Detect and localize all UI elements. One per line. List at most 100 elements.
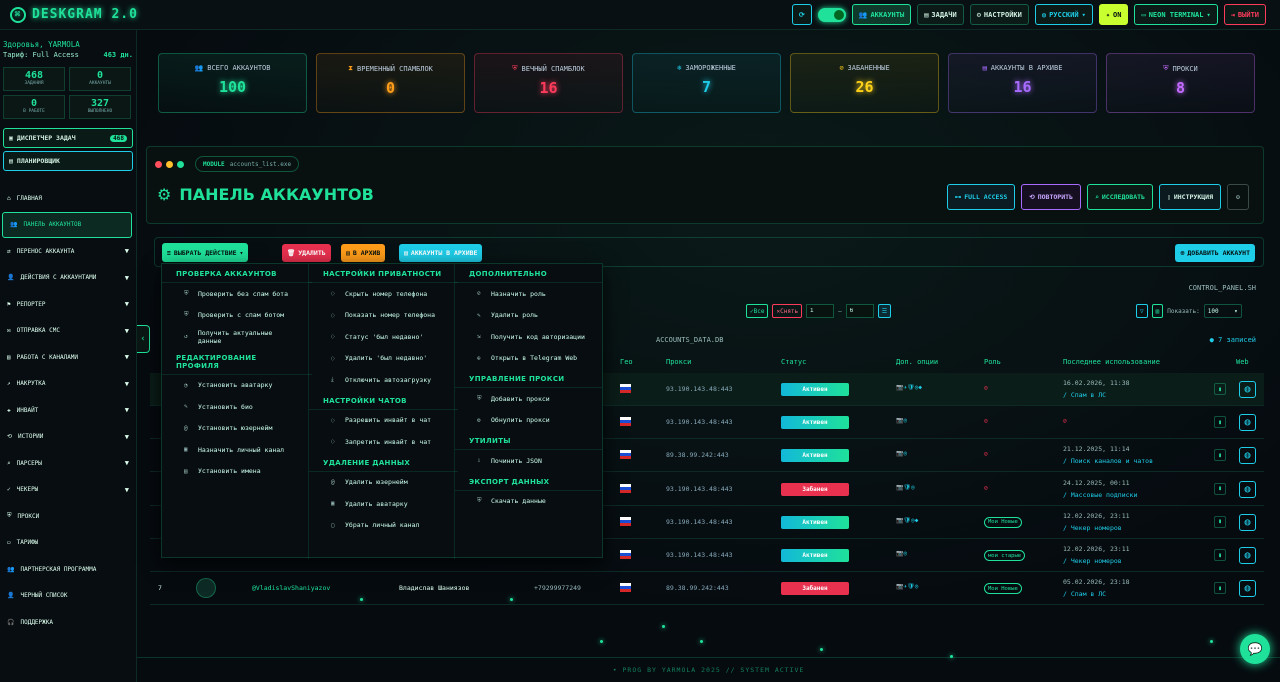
delete-button[interactable]: 🗑 УДАЛИТЬ — [282, 244, 331, 262]
sidebar-item[interactable]: 👤 ДЕЙСТВИЯ С АККАУНТАМИ ▼ — [0, 265, 136, 292]
sidebar-item[interactable]: ⌕ ПАРСЕРЫ ▼ — [0, 450, 136, 477]
sidebar-item[interactable]: 🎧 ПОДДЕРЖКА — [0, 609, 136, 636]
explore-button[interactable]: ⌕ ИССЛЕДОВАТЬ — [1086, 184, 1153, 210]
dropdown-item[interactable]: ◌ Статус 'был недавно' — [309, 326, 458, 348]
theme-select[interactable]: ▭ NEON TERMINAL ▾ — [1134, 4, 1218, 25]
column-header: Доп. опции — [896, 358, 939, 366]
planner-button[interactable]: ▤ ПЛАНИРОВЩИК — [3, 151, 133, 171]
globe-icon[interactable]: ◍ — [1239, 513, 1256, 531]
clear-selection-button[interactable]: ✕ Снять — [772, 304, 803, 318]
globe-icon[interactable]: ◍ — [1239, 547, 1256, 564]
globe-icon[interactable]: ◍ — [1239, 580, 1256, 598]
stats-icon[interactable]: ▮ — [1214, 416, 1226, 429]
menu-item-icon: ◌ — [331, 333, 335, 341]
dropdown-item[interactable]: ⊘ Назначить роль — [455, 283, 602, 305]
stat-card-label: ВРЕМЕННЫЙ СПАМБЛОК — [357, 64, 433, 73]
dropdown-item[interactable]: ▣ Назначить личный канал — [162, 439, 312, 461]
sidebar-item[interactable]: ✓ ЧЕКЕРЫ ▼ — [0, 477, 136, 504]
sidebar-item[interactable]: ⚑ РЕПОРТЕР ▼ — [0, 291, 136, 318]
dropdown-item[interactable]: ⛨ Скачать данные — [455, 491, 602, 513]
globe-icon[interactable]: ◍ — [1239, 381, 1256, 398]
dropdown-item[interactable]: ◌ Показать номер телефона — [309, 305, 458, 327]
add-account-button[interactable]: ⊕ ДОБАВИТЬ АККАУНТ — [1175, 244, 1255, 262]
mode-toggle[interactable] — [817, 7, 846, 22]
language-select[interactable]: ◍ РУССКИЙ ▾ — [1034, 4, 1093, 25]
dropdown-item[interactable]: ⚙ Обнулить прокси — [455, 410, 602, 432]
dropdown-item[interactable]: ▣ Удалить аватарку — [309, 493, 458, 515]
stats-icon[interactable]: ▮ — [1214, 449, 1226, 462]
dispatcher-button[interactable]: ▣ ДИСПЕТЧЕР ЗАДАЧ 468 — [3, 128, 133, 148]
dropdown-item[interactable]: ⤓ Отключить автозагрузку — [309, 369, 458, 391]
dropdown-item[interactable]: ◌ Запретить инвайт в чат — [309, 431, 458, 453]
archive-button[interactable]: ▥ В АРХИВ — [341, 244, 386, 262]
no-role-icon: ⊘ — [984, 417, 988, 426]
dropdown-item[interactable]: ⛨ Проверить без спам бота — [162, 283, 312, 305]
page-size-select[interactable]: 100 ▾ — [1203, 304, 1242, 318]
range-from-input[interactable] — [806, 304, 835, 318]
table-row[interactable]: 7 @VladislavShaniyazov Владислав Шаниязов +… — [150, 572, 1264, 606]
sidebar-item[interactable]: ▭ ТАРИФЫ — [0, 530, 136, 557]
sidebar-item[interactable]: 👥 ПАРТНЕРСКАЯ ПРОГРАММА — [0, 556, 136, 583]
dropdown-item-label: Удалить 'был недавно' — [345, 354, 428, 363]
sidebar-item[interactable]: ⌂ ГЛАВНАЯ — [0, 185, 136, 212]
select-action-button[interactable]: ≡ ВЫБРАТЬ ДЕЙСТВИЕ ▾ — [162, 243, 249, 262]
greeting: Здоровья, YARMOLA — [3, 40, 80, 49]
dropdown-item[interactable]: ⇩ Починить JSON — [455, 450, 602, 472]
sidebar-collapse-button[interactable]: ‹ — [137, 325, 150, 353]
refresh-button[interactable]: ⟳ — [791, 4, 812, 25]
sidebar-item[interactable]: 👤 ЧЕРНЫЙ СПИСОК — [0, 583, 136, 610]
menu-item-icon: ◌ — [331, 354, 335, 362]
dropdown-item[interactable]: ⊕ Открыть в Telegram Web — [455, 348, 602, 370]
dropdown-item[interactable]: ⛨ Добавить прокси — [455, 388, 602, 410]
globe-icon[interactable]: ◍ — [1239, 447, 1256, 465]
sidebar-item[interactable]: ✚ ИНВАЙТ ▼ — [0, 397, 136, 424]
sidebar-item[interactable]: ↗ НАКРУТКА ▼ — [0, 371, 136, 398]
sidebar-item[interactable]: ⟲ ИСТОРИИ ▼ — [0, 424, 136, 451]
dropdown-item[interactable]: ✎ Удалить роль — [455, 305, 602, 327]
sidebar-item[interactable]: ⛨ ПРОКСИ — [0, 503, 136, 530]
dropdown-item[interactable]: @ Установить юзернейм — [162, 418, 312, 440]
dropdown-item[interactable]: ✎ Установить био — [162, 396, 312, 418]
sidebar-item[interactable]: 👥 ПАНЕЛЬ АККАУНТОВ — [2, 211, 132, 238]
settings-nav-button[interactable]: ⚙ НАСТРОЙКИ — [969, 4, 1029, 25]
columns-icon[interactable]: ▥ — [1151, 304, 1164, 318]
range-to-input[interactable] — [845, 304, 874, 318]
dropdown-item[interactable]: ◌ Удалить 'был недавно' — [309, 348, 458, 370]
repeat-button[interactable]: ⟲ ПОВТОРИТЬ — [1021, 184, 1081, 210]
globe-icon[interactable]: ◍ — [1239, 480, 1256, 498]
panel-settings-button[interactable]: ⚙ — [1227, 184, 1249, 210]
dropdown-item[interactable]: ◌ Скрыть номер телефона — [309, 283, 458, 305]
username[interactable]: @VladislavShaniyazov — [252, 584, 330, 592]
dropdown-item[interactable]: ▤ Установить имена — [162, 461, 312, 483]
dropdown-item[interactable]: ↺ Получить актуальные данные — [162, 326, 312, 348]
archived-accounts-button[interactable]: ▥ АККАУНТЫ В АРХИВЕ — [399, 244, 483, 262]
dropdown-item[interactable]: ◌ Разрешить инвайт в чат — [309, 410, 458, 432]
stats-icon[interactable]: ▮ — [1214, 582, 1226, 595]
dropdown-item[interactable]: ⇲ Получить код авторизации — [455, 326, 602, 348]
apply-range-button[interactable]: ☰ — [877, 304, 892, 318]
filter-icon[interactable]: ▽ — [1136, 304, 1148, 318]
app-logo[interactable]: ⌘ DESKGRAM 2.0 — [10, 6, 138, 23]
dropdown-item[interactable]: ⛨ Проверить с спам ботом — [162, 305, 312, 327]
dropdown-item[interactable]: ▢ Убрать личный канал — [309, 515, 458, 537]
sidebar-item[interactable]: ▤ РАБОТА С КАНАЛАМИ ▼ — [0, 344, 136, 371]
logout-button[interactable]: ⇥ ВЫЙТИ — [1223, 4, 1266, 25]
repeat-label: ПОВТОРИТЬ — [1037, 193, 1073, 201]
sidebar-item[interactable]: ⇄ ПЕРЕНОС АККАУНТА ▼ — [0, 238, 136, 265]
stats-icon[interactable]: ▮ — [1214, 482, 1226, 495]
stats-icon[interactable]: ▮ — [1214, 549, 1226, 561]
full-access-button[interactable]: ⊶ FULL ACCESS — [946, 184, 1016, 210]
on-toggle-button[interactable]: ✦ ON — [1098, 4, 1129, 25]
globe-icon[interactable]: ◍ — [1239, 414, 1256, 432]
dropdown-item[interactable]: ◔ Установить аватарку — [162, 375, 312, 397]
plus-icon: ⊕ — [1180, 249, 1185, 257]
accounts-nav-button[interactable]: 👥 АККАУНТЫ — [851, 4, 912, 25]
chat-button[interactable]: 💬 — [1240, 634, 1270, 664]
stats-icon[interactable]: ▮ — [1214, 383, 1226, 395]
select-all-button[interactable]: ✓ Все — [746, 304, 769, 318]
sidebar-item[interactable]: ✉ ОТПРАВКА СМС ▼ — [0, 318, 136, 345]
tasks-nav-button[interactable]: ▤ ЗАДАЧИ — [917, 4, 964, 25]
instructions-button[interactable]: ▯ ИНСТРУКЦИЯ — [1158, 184, 1221, 210]
dropdown-item[interactable]: @ Удалить юзернейм — [309, 472, 458, 494]
stats-icon[interactable]: ▮ — [1214, 515, 1226, 528]
